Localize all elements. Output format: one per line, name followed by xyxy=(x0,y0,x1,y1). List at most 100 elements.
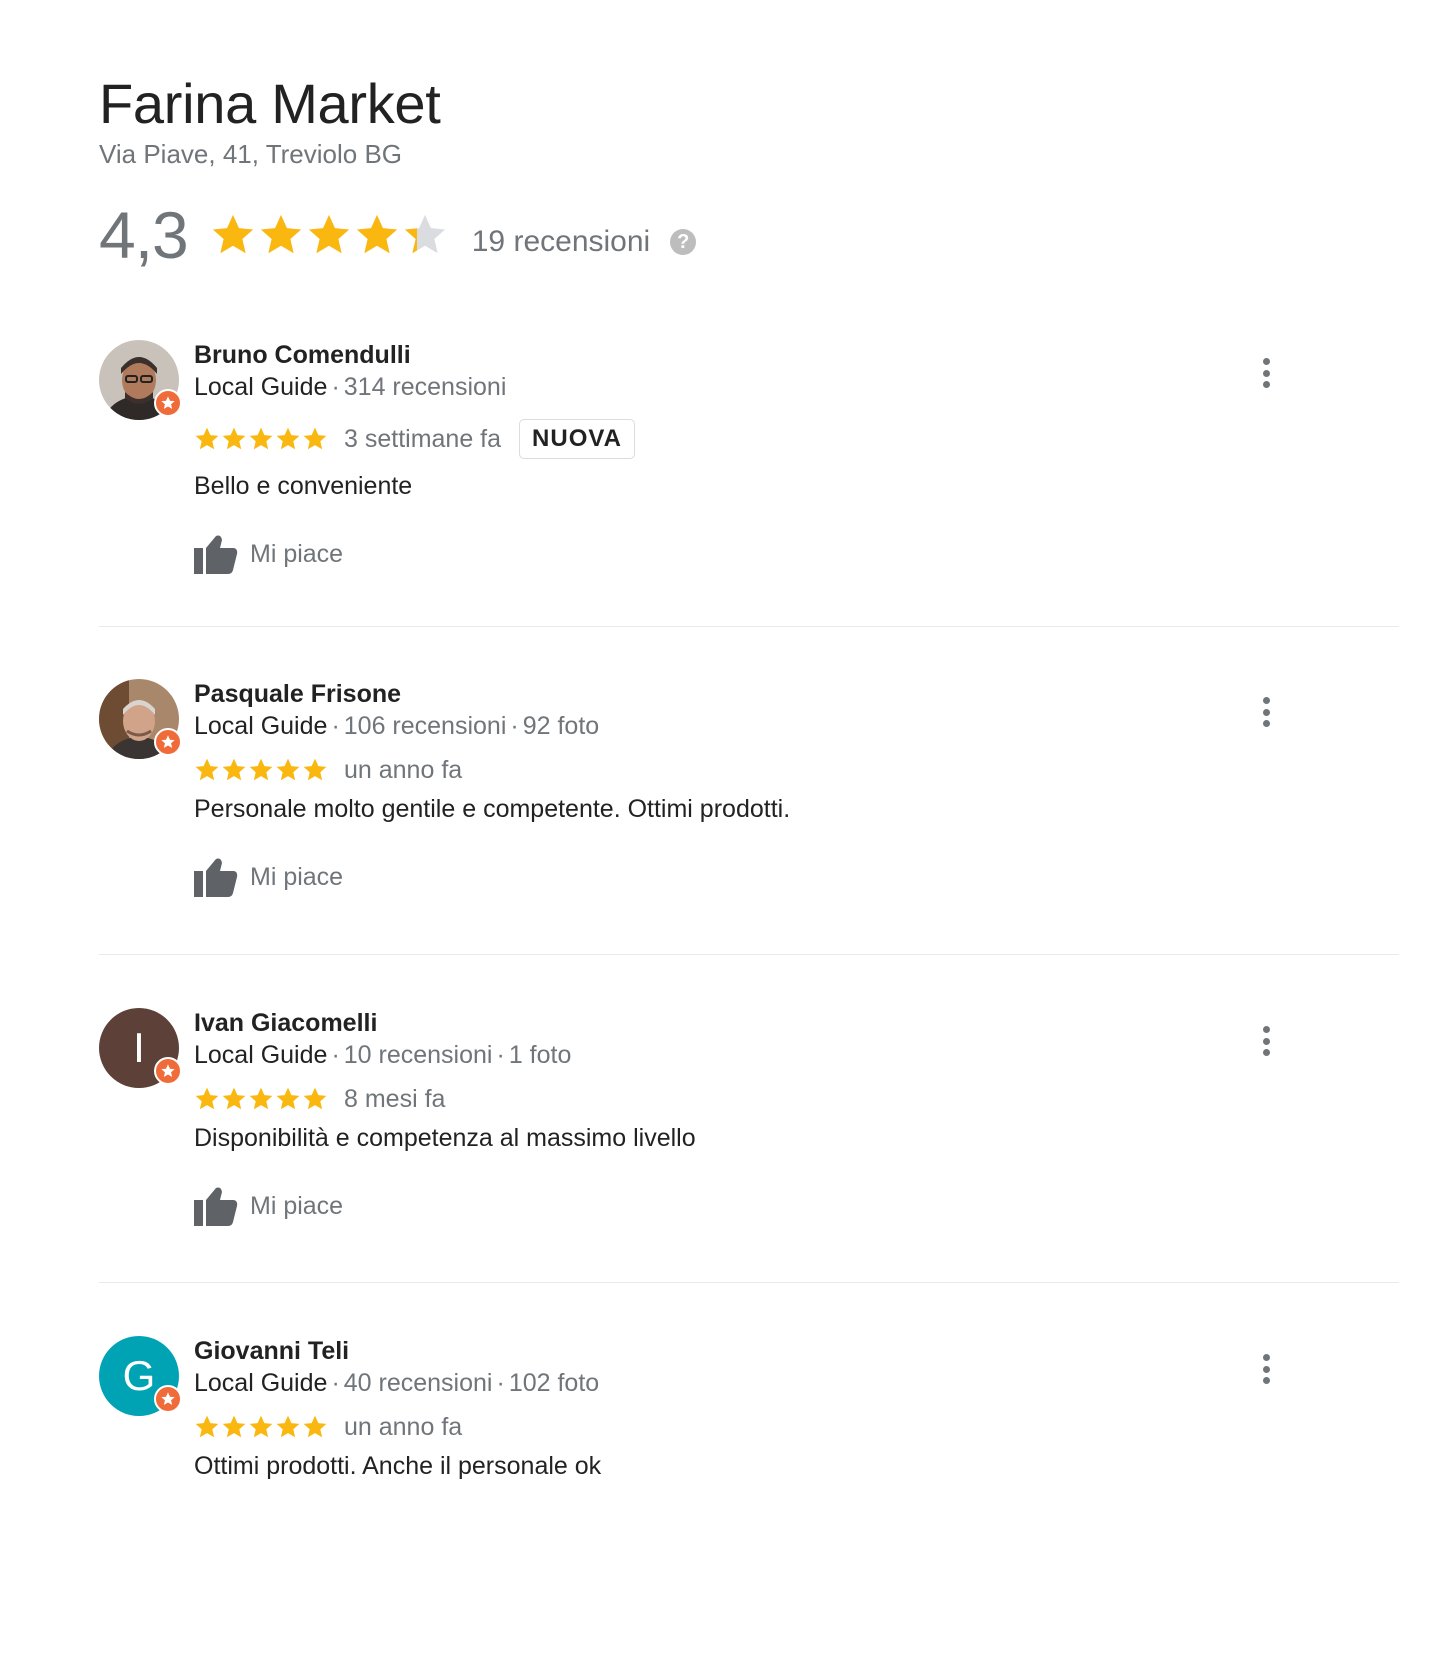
divider xyxy=(99,1282,1399,1283)
star-icon xyxy=(249,1415,273,1438)
thumbs-up-icon xyxy=(194,1187,238,1226)
rating-summary: 4,3 19 recensioni ? xyxy=(99,200,697,270)
avatar[interactable]: I xyxy=(99,1008,182,1088)
photo-count: 102 foto xyxy=(508,1369,600,1397)
star-icon xyxy=(249,758,273,781)
reviewer-name[interactable]: Pasquale Frisone xyxy=(194,679,1294,709)
separator: · xyxy=(331,1369,340,1397)
place-header: Farina Market Via Piave, 41, Treviolo BG xyxy=(99,72,441,170)
like-button[interactable]: Mi piace xyxy=(194,532,1294,576)
like-label: Mi piace xyxy=(250,1191,344,1220)
local-guide-label: Local Guide xyxy=(194,712,328,740)
star-icon xyxy=(303,1415,327,1438)
review-rating-row: 8 mesi fa xyxy=(194,1076,1294,1122)
separator: · xyxy=(331,373,340,401)
separator: · xyxy=(496,1369,505,1397)
review-text: Disponibilità e competenza al massimo li… xyxy=(194,1124,696,1152)
review-count: 106 recensioni xyxy=(343,712,507,740)
review-time: un anno fa xyxy=(344,755,463,784)
star-icon xyxy=(195,1087,219,1110)
star-icon xyxy=(276,758,300,781)
more-options-icon[interactable] xyxy=(1256,697,1276,727)
rating-stars xyxy=(210,212,448,258)
review-rating-row: un anno fa xyxy=(194,747,1294,793)
review-stars xyxy=(194,1086,328,1112)
avatar[interactable] xyxy=(99,679,182,759)
review-time: 3 settimane fa xyxy=(344,424,502,453)
local-guide-label: Local Guide xyxy=(194,373,328,401)
separator: · xyxy=(331,1041,340,1069)
reviewer-name[interactable]: Giovanni Teli xyxy=(194,1336,1294,1366)
local-guide-label: Local Guide xyxy=(194,1369,328,1397)
star-icon xyxy=(303,758,327,781)
star-icon xyxy=(195,427,219,450)
separator: · xyxy=(510,712,519,740)
avatar[interactable]: G xyxy=(99,1336,182,1416)
review-stars xyxy=(194,1414,328,1440)
review-count: 10 recensioni xyxy=(343,1041,493,1069)
review-rating-row: 3 settimane fa NUOVA xyxy=(194,416,1294,462)
star-icon xyxy=(303,1087,327,1110)
star-icon xyxy=(212,214,253,254)
local-guide-badge-icon xyxy=(154,389,182,417)
star-icon xyxy=(303,427,327,450)
reviewer-meta: Local Guide · 10 recensioni · 1 foto xyxy=(194,1038,1294,1072)
star-icon xyxy=(276,1415,300,1438)
star-icon xyxy=(276,1087,300,1110)
star-icon xyxy=(222,427,246,450)
review-card: Pasquale Frisone Local Guide · 106 recensi… xyxy=(99,679,1399,909)
thumbs-up-icon xyxy=(194,858,238,897)
like-button[interactable]: Mi piace xyxy=(194,1184,1294,1228)
star-icon xyxy=(195,1415,219,1438)
review-count: 40 recensioni xyxy=(343,1369,493,1397)
like-button[interactable]: Mi piace xyxy=(194,855,1294,899)
photo-count: 1 foto xyxy=(508,1041,572,1069)
star-icon xyxy=(404,214,445,254)
local-guide-badge-icon xyxy=(154,1385,182,1413)
avatar[interactable] xyxy=(99,340,182,420)
reviewer-name[interactable]: Bruno Comendulli xyxy=(194,340,1294,370)
star-icon xyxy=(222,1087,246,1110)
place-address: Via Piave, 41, Treviolo BG xyxy=(99,139,403,169)
star-icon xyxy=(260,214,301,254)
review-card: I Ivan Giacomelli Local Guide · 10 recensi… xyxy=(99,1008,1399,1238)
more-options-icon[interactable] xyxy=(1256,358,1276,388)
reviewer-meta: Local Guide · 106 recensioni · 92 foto xyxy=(194,709,1294,743)
divider xyxy=(99,954,1399,955)
reviewer-meta: Local Guide · 40 recensioni · 102 foto xyxy=(194,1366,1294,1400)
local-guide-badge-icon xyxy=(154,1057,182,1085)
review-stars xyxy=(194,757,328,783)
review-text: Personale molto gentile e competente. Ot… xyxy=(194,795,791,823)
divider xyxy=(99,626,1399,627)
reviews-panel: Farina Market Via Piave, 41, Treviolo BG… xyxy=(0,0,1433,1654)
more-options-icon[interactable] xyxy=(1256,1026,1276,1056)
reviewer-name[interactable]: Ivan Giacomelli xyxy=(194,1008,1294,1038)
like-label: Mi piace xyxy=(250,539,344,568)
review-stars xyxy=(194,426,328,452)
review-text: Bello e conveniente xyxy=(194,472,413,500)
review-time: un anno fa xyxy=(344,1412,463,1441)
review-time: 8 mesi fa xyxy=(344,1084,446,1113)
separator: · xyxy=(496,1041,505,1069)
local-guide-label: Local Guide xyxy=(194,1041,328,1069)
review-card: Bruno Comendulli Local Guide · 314 recensi… xyxy=(99,340,1399,580)
review-card: G Giovanni Teli Local Guide · 40 recension… xyxy=(99,1336,1399,1506)
star-icon xyxy=(249,1087,273,1110)
more-options-icon[interactable] xyxy=(1256,1354,1276,1384)
review-rating-row: un anno fa xyxy=(194,1404,1294,1450)
review-count: 314 recensioni xyxy=(343,373,507,401)
review-text: Ottimi prodotti. Anche il personale ok xyxy=(194,1452,602,1480)
review-body: Pasquale Frisone Local Guide · 106 recensi… xyxy=(194,679,1294,899)
place-title: Farina Market xyxy=(99,72,441,135)
separator: · xyxy=(331,712,340,740)
star-icon xyxy=(308,214,349,254)
local-guide-badge-icon xyxy=(154,728,182,756)
reviews-count-link[interactable]: 19 recensioni xyxy=(472,224,650,260)
review-body: Bruno Comendulli Local Guide · 314 recensi… xyxy=(194,340,1294,576)
thumbs-up-icon xyxy=(194,535,238,574)
help-icon[interactable]: ? xyxy=(670,229,697,255)
review-body: Ivan Giacomelli Local Guide · 10 recension… xyxy=(194,1008,1294,1228)
star-icon xyxy=(222,758,246,781)
reviewer-meta: Local Guide · 314 recensioni xyxy=(194,370,1294,404)
star-icon xyxy=(222,1415,246,1438)
